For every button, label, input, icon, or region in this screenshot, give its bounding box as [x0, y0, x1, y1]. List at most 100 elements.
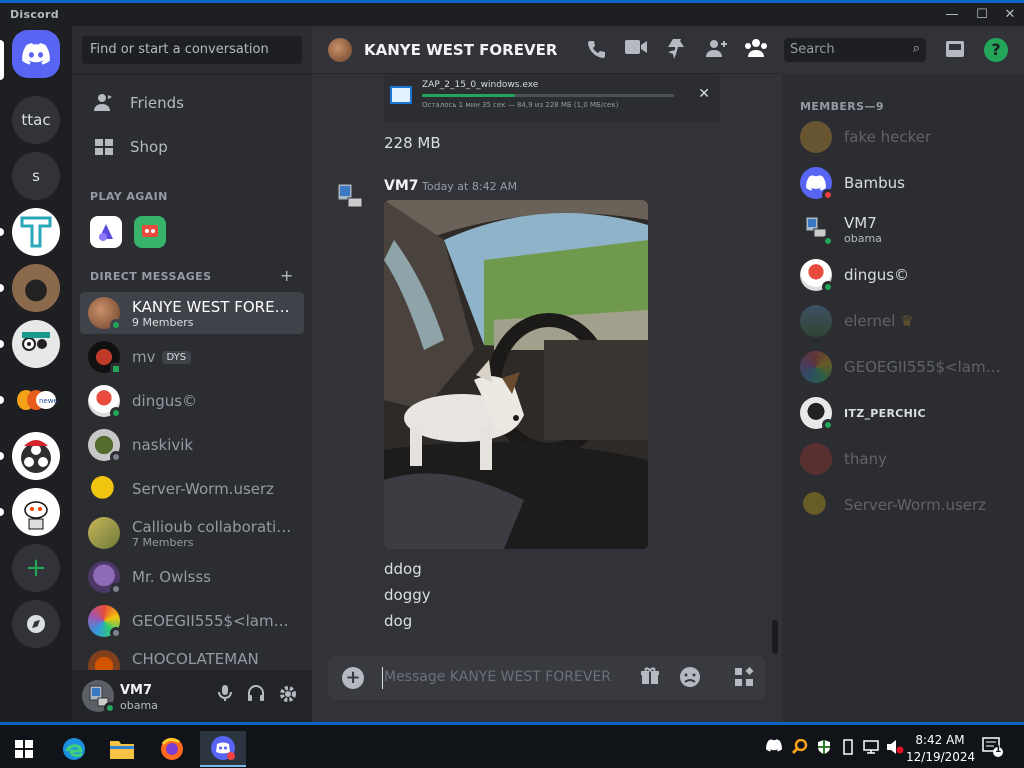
member-geoegii[interactable]: GEOEGII555$<lambda>...	[790, 346, 1016, 388]
add-server-button[interactable]: +	[12, 544, 60, 592]
dm-server-worm[interactable]: Server-Worm.userz	[80, 468, 304, 510]
chat-scrollbar[interactable]	[772, 620, 778, 654]
server-face[interactable]	[12, 320, 60, 368]
dm-name: Mr. Owlsss	[132, 568, 211, 586]
volume-muted-tray-icon[interactable]	[886, 739, 904, 759]
dm-chocolateman[interactable]: CHOCOLATEMAN	[80, 644, 304, 670]
avatar	[800, 121, 832, 153]
edge-icon[interactable]	[54, 731, 94, 767]
phone-icon[interactable]	[584, 38, 608, 62]
status-online	[104, 702, 116, 714]
dm-name: mv	[132, 348, 156, 366]
start-button[interactable]	[4, 731, 44, 767]
members-icon[interactable]	[744, 38, 768, 62]
play-again-heading: PLAY AGAIN	[90, 190, 168, 203]
message-input[interactable]: Message KANYE WEST FOREVER	[384, 669, 611, 685]
message-image[interactable]	[384, 200, 648, 549]
home-button[interactable]	[12, 30, 60, 78]
member-itz-perchic[interactable]: ITZ_PERCHIC	[790, 392, 1016, 434]
server-reddit[interactable]	[12, 488, 60, 536]
cancel-upload-button[interactable]: ✕	[698, 86, 710, 102]
server-label: s	[32, 167, 40, 185]
game-icon-2[interactable]	[134, 216, 166, 248]
server-s[interactable]: s	[12, 152, 60, 200]
discord-tray-icon[interactable]	[766, 739, 782, 756]
explore-button[interactable]	[12, 600, 60, 648]
server-rail: ttac s newe +	[0, 26, 72, 722]
group-avatar	[328, 38, 352, 62]
magnifier-tray-icon[interactable]	[791, 738, 808, 759]
dm-name: GEOEGII555$<lambda>...	[132, 612, 296, 630]
member-thany[interactable]: thany	[790, 438, 1016, 480]
member-elernel[interactable]: elernel ♛	[790, 300, 1016, 342]
clock-date[interactable]: 12/19/2024	[906, 750, 975, 764]
avatar	[88, 297, 122, 331]
file-icon	[390, 86, 412, 104]
game-icon-1[interactable]	[90, 216, 122, 248]
message-avatar[interactable]	[334, 180, 366, 212]
server-newegg[interactable]: newe	[12, 376, 60, 424]
clan-tag: DYS	[161, 350, 192, 364]
message-author[interactable]: VM7	[384, 178, 419, 194]
network-tray-icon[interactable]	[862, 739, 880, 759]
gift-icon[interactable]	[638, 666, 662, 690]
nav-label: Friends	[130, 94, 184, 112]
security-tray-icon[interactable]	[816, 739, 832, 759]
emoji-icon[interactable]	[678, 666, 702, 690]
file-explorer-icon[interactable]	[102, 731, 142, 767]
dm-kanye-west-forever[interactable]: KANYE WEST FOREVER 9 Members	[80, 292, 304, 334]
nav-friends[interactable]: Friends	[80, 82, 304, 124]
user-avatar[interactable]	[82, 680, 116, 714]
dm-sub: 7 Members	[132, 535, 194, 549]
dm-callioub[interactable]: Callioub collaborating on...7 Members	[80, 512, 304, 554]
server-t[interactable]	[12, 208, 60, 256]
add-member-icon[interactable]	[704, 38, 728, 62]
find-conversation-input[interactable]: Find or start a conversation	[82, 36, 302, 64]
plus-icon: +	[25, 553, 47, 583]
avatar	[800, 305, 832, 337]
member-vm7[interactable]: VM7 obama	[790, 208, 1016, 250]
status-dnd	[822, 189, 834, 201]
member-dingus[interactable]: dingus©	[790, 254, 1016, 296]
clock-time[interactable]: 8:42 AM	[912, 733, 968, 747]
notification-center-icon[interactable]: 1	[982, 737, 1004, 761]
dm-sub: 9 Members	[132, 315, 194, 329]
unread-pill	[0, 452, 4, 460]
upload-button[interactable]: +	[342, 667, 364, 689]
video-icon[interactable]	[624, 38, 648, 62]
search-input[interactable]: Search ⌕	[784, 38, 926, 62]
minimize-button[interactable]: —	[942, 7, 962, 23]
member-name: VM7	[844, 213, 877, 232]
inbox-icon[interactable]	[944, 38, 968, 62]
discord-taskbar-icon[interactable]	[200, 731, 246, 767]
usb-tray-icon[interactable]	[842, 739, 854, 759]
member-bambus[interactable]: Bambus	[790, 162, 1016, 204]
dm-dingus[interactable]: dingus©	[80, 380, 304, 422]
pin-icon[interactable]	[664, 38, 688, 62]
message-text: dog	[384, 612, 413, 630]
server-raccoon[interactable]	[12, 264, 60, 312]
apps-icon[interactable]	[732, 666, 756, 690]
close-button[interactable]: ✕	[1000, 7, 1020, 23]
dm-mr-owlsss[interactable]: Mr. Owlsss	[80, 556, 304, 598]
server-ttac[interactable]: ttac	[12, 96, 60, 144]
dm-naskivik[interactable]: naskivik	[80, 424, 304, 466]
maximize-button[interactable]: ☐	[972, 7, 992, 23]
headphones-icon[interactable]	[245, 684, 267, 706]
member-fake-hecker[interactable]: fake hecker	[790, 116, 1016, 158]
firefox-icon[interactable]	[152, 731, 192, 767]
help-icon[interactable]: ?	[984, 38, 1008, 62]
member-server-worm[interactable]: Server-Worm.userz	[790, 484, 1016, 526]
dm-geoegii[interactable]: GEOEGII555$<lambda>...	[80, 600, 304, 642]
settings-icon[interactable]	[277, 684, 299, 706]
nav-shop[interactable]: Shop	[80, 126, 304, 168]
text-caret	[382, 667, 383, 689]
create-dm-button[interactable]: +	[280, 266, 293, 285]
dm-name: dingus©	[132, 392, 198, 410]
server-obs[interactable]	[12, 432, 60, 480]
mic-icon[interactable]	[214, 684, 236, 706]
member-name: dingus©	[844, 266, 910, 284]
compass-icon	[27, 615, 45, 633]
dm-mv[interactable]: mv DYS	[80, 336, 304, 378]
divider	[72, 74, 312, 75]
